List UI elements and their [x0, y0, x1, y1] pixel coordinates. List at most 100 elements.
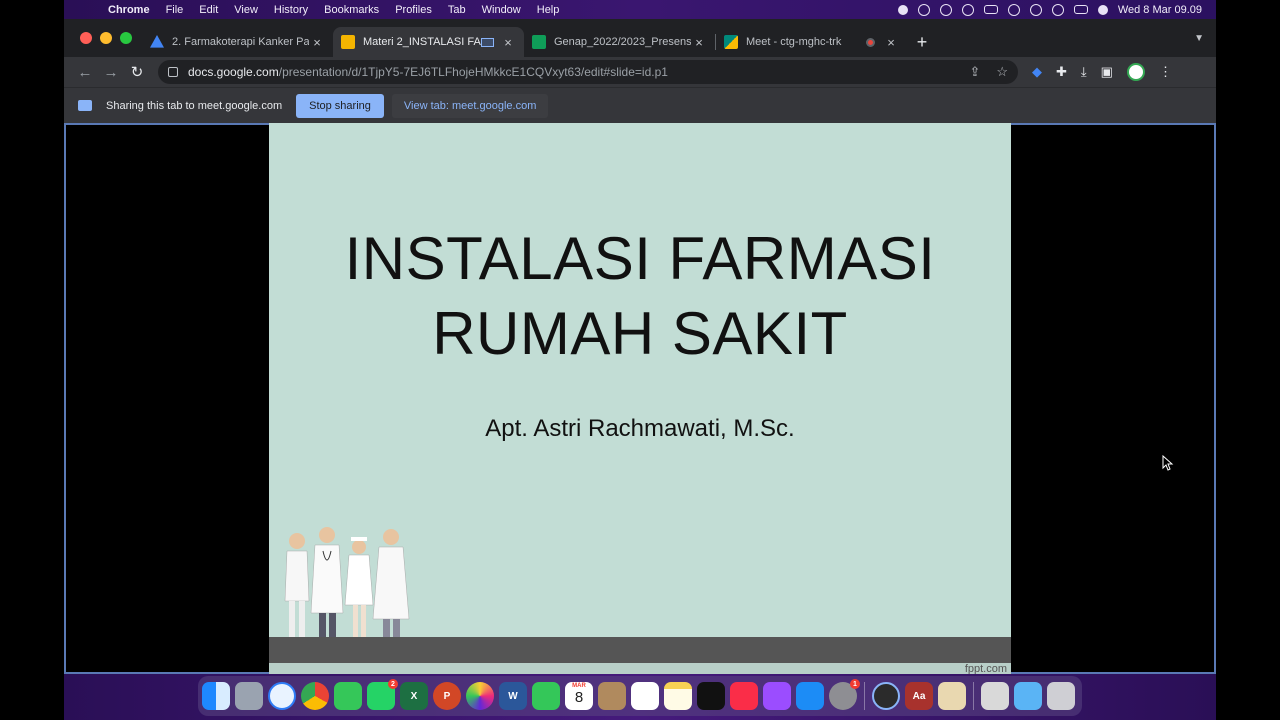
- google-drive-icon: [150, 35, 164, 48]
- slide-title-line2: RUMAH SAKIT: [432, 300, 848, 367]
- extensions-area: ◆ ✚ ⤓ ▣ ⋮: [1032, 63, 1172, 81]
- notes-icon[interactable]: [664, 682, 692, 710]
- quicktime-icon[interactable]: [872, 682, 900, 710]
- messages-icon[interactable]: [334, 682, 362, 710]
- battery-icon[interactable]: [983, 5, 998, 14]
- url-host: docs.google.com: [188, 65, 279, 79]
- url-path: /presentation/d/1TjpY5-7EJ6TLFhojeHMkkcE…: [278, 65, 668, 79]
- close-tab-icon[interactable]: ×: [691, 35, 707, 50]
- presentation-slide[interactable]: INSTALASI FARMASI RUMAH SAKIT Apt. Astri…: [269, 123, 1011, 675]
- trash-icon[interactable]: [1047, 682, 1075, 710]
- menu-tab[interactable]: Tab: [448, 4, 466, 16]
- whatsapp-icon[interactable]: 2: [367, 679, 398, 710]
- apple-tv-icon[interactable]: [697, 682, 725, 710]
- view-tab-button[interactable]: View tab: meet.google.com: [391, 93, 549, 118]
- play-icon[interactable]: [939, 3, 952, 16]
- profile-avatar[interactable]: [1126, 63, 1145, 81]
- chrome-icon[interactable]: [301, 682, 329, 710]
- macos-menu-bar: Chrome File Edit View History Bookmarks …: [64, 0, 1216, 19]
- bluetooth-icon[interactable]: [961, 3, 974, 16]
- tab-presensi[interactable]: Genap_2022/2023_Presensi Kuliah ×: [524, 27, 715, 57]
- podcasts-icon[interactable]: [763, 682, 791, 710]
- screen: Chrome File Edit View History Bookmarks …: [0, 0, 1280, 720]
- extension-shield-icon[interactable]: ◆: [1032, 64, 1042, 80]
- address-bar[interactable]: docs.google.com /presentation/d/1TjpY5-7…: [158, 60, 1018, 84]
- tab-title: 2. Farmakoterapi Kanker Payudara: [172, 36, 309, 48]
- tab-farmakoterapi[interactable]: 2. Farmakoterapi Kanker Payudara ×: [142, 27, 333, 57]
- forward-arrow-icon[interactable]: →: [98, 64, 124, 81]
- user-switch-icon[interactable]: [1029, 3, 1042, 16]
- google-slides-icon: [341, 35, 355, 49]
- tab-title: Meet - ctg-mghc-trk: [746, 36, 842, 48]
- printer-icon[interactable]: [981, 682, 1009, 710]
- word-icon[interactable]: W: [499, 682, 527, 710]
- tab-materi-2[interactable]: Materi 2_INSTALASI FARMASI ×: [333, 27, 524, 57]
- reload-icon[interactable]: ↻: [124, 63, 150, 81]
- recording-indicator-icon: [866, 37, 875, 47]
- facetime-icon[interactable]: [532, 682, 560, 710]
- close-tab-icon[interactable]: ×: [500, 35, 516, 50]
- dock-separator: [864, 682, 865, 710]
- lock-icon[interactable]: [168, 67, 178, 77]
- close-tab-icon[interactable]: ×: [309, 35, 325, 50]
- tab-search-chevron-icon[interactable]: ▼: [1194, 33, 1204, 44]
- dictionary-icon[interactable]: Aa: [905, 682, 933, 710]
- sharing-message: Sharing this tab to meet.google.com: [106, 99, 283, 112]
- finder-icon[interactable]: [202, 682, 230, 710]
- menu-history[interactable]: History: [274, 4, 308, 16]
- google-sheets-icon: [532, 35, 546, 49]
- tab-title: Materi 2_INSTALASI FARMASI: [363, 36, 481, 48]
- zoom-window-button[interactable]: [120, 32, 132, 44]
- creative-cloud-icon[interactable]: [917, 3, 930, 16]
- menu-status-area: Wed 8 Mar 09.09: [897, 3, 1216, 16]
- extensions-puzzle-icon[interactable]: ✚: [1056, 64, 1067, 80]
- menu-help[interactable]: Help: [537, 4, 560, 16]
- tab-sharing-bar: Sharing this tab to meet.google.com Stop…: [64, 87, 1216, 123]
- photos-icon[interactable]: [466, 682, 494, 710]
- menu-bookmarks[interactable]: Bookmarks: [324, 4, 379, 16]
- launchpad-icon[interactable]: [235, 682, 263, 710]
- stop-sharing-button[interactable]: Stop sharing: [296, 93, 384, 118]
- excel-icon[interactable]: X: [400, 682, 428, 710]
- menu-file[interactable]: File: [166, 4, 184, 16]
- tab-meet[interactable]: Meet - ctg-mghc-trk ×: [716, 27, 907, 57]
- menu-clock[interactable]: Wed 8 Mar 09.09: [1118, 4, 1202, 16]
- bookmark-star-icon[interactable]: ☆: [996, 64, 1008, 80]
- spotlight-search-icon[interactable]: [1051, 3, 1064, 16]
- slide-floor-band: [269, 637, 1011, 663]
- reminders-icon[interactable]: [631, 682, 659, 710]
- system-settings-icon[interactable]: 1: [829, 679, 860, 710]
- screen-share-icon: [78, 100, 92, 111]
- safari-icon[interactable]: [268, 682, 296, 710]
- screen-record-icon[interactable]: [897, 4, 908, 15]
- minimize-window-button[interactable]: [100, 32, 112, 44]
- share-icon[interactable]: ⇪: [969, 64, 980, 80]
- calendar-icon[interactable]: MAR 8: [565, 682, 593, 710]
- macos-dock: 2 X P W MAR 8 1 Aa: [198, 676, 1082, 716]
- tab-strip: 2. Farmakoterapi Kanker Payudara × Mater…: [64, 19, 1216, 57]
- menu-view[interactable]: View: [234, 4, 258, 16]
- download-icon[interactable]: ⤓: [1081, 64, 1087, 80]
- back-arrow-icon[interactable]: ←: [72, 64, 98, 81]
- menu-profiles[interactable]: Profiles: [395, 4, 432, 16]
- omnibox-actions: ⇪ ☆: [969, 64, 1008, 80]
- menu-edit[interactable]: Edit: [199, 4, 218, 16]
- menu-app-name[interactable]: Chrome: [108, 4, 150, 16]
- close-window-button[interactable]: [80, 32, 92, 44]
- new-tab-icon[interactable]: +: [907, 32, 937, 53]
- chrome-menu-icon[interactable]: ⋮: [1159, 64, 1172, 80]
- doctor-figure-3: [372, 529, 410, 653]
- siri-icon[interactable]: [1097, 4, 1108, 15]
- close-tab-icon[interactable]: ×: [883, 35, 899, 50]
- control-center-icon[interactable]: [1073, 5, 1088, 14]
- preview-icon[interactable]: [938, 682, 966, 710]
- powerpoint-icon[interactable]: P: [433, 682, 461, 710]
- app-store-icon[interactable]: [796, 682, 824, 710]
- menu-window[interactable]: Window: [482, 4, 521, 16]
- tabs: 2. Farmakoterapi Kanker Payudara × Mater…: [142, 27, 937, 57]
- music-icon[interactable]: [730, 682, 758, 710]
- side-panel-icon[interactable]: ▣: [1101, 64, 1113, 80]
- contacts-icon[interactable]: [598, 682, 626, 710]
- wifi-icon[interactable]: [1007, 3, 1020, 16]
- downloads-folder-icon[interactable]: [1014, 682, 1042, 710]
